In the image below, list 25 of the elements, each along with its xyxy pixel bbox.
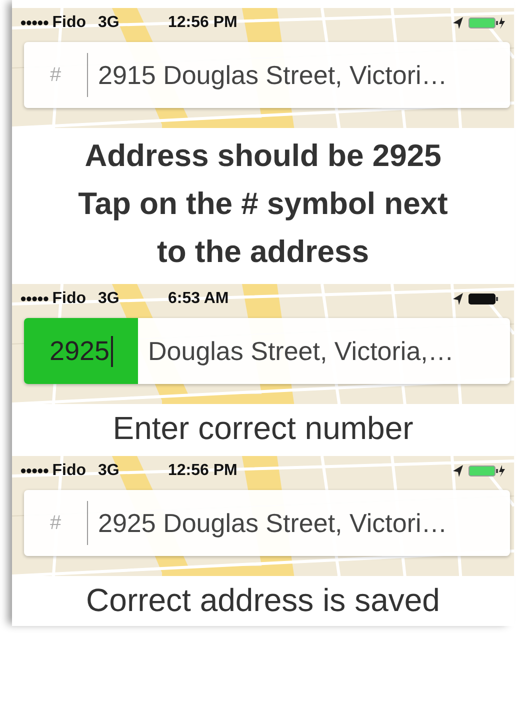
network-type: 3G (98, 14, 120, 32)
status-time: 6:53 AM (168, 290, 229, 308)
address-text: 2925 Douglas Street, Victori… (98, 508, 448, 538)
carrier-name: Fido (52, 290, 86, 308)
location-arrow-icon (452, 16, 464, 30)
signal-dots: ●●●●● (20, 465, 48, 477)
signal-dots: ●●●●● (20, 293, 48, 305)
caption-text: Correct address is saved (85, 581, 441, 620)
address-text: 2915 Douglas Street, Victori… (98, 60, 448, 90)
status-time: 12:56 PM (168, 14, 238, 32)
address-field[interactable]: # 2915 Douglas Street, Victori… (24, 42, 510, 108)
caption-text: Enter correct number (112, 409, 414, 448)
carrier-name: Fido (52, 14, 86, 32)
number-field[interactable]: 2925 (24, 318, 138, 384)
address-text: Douglas Street, Victoria,… (148, 336, 454, 366)
network-type: 3G (98, 462, 120, 480)
caption-text: Address should be 2925 Tap on the # symbol next to the address (77, 137, 449, 271)
network-type: 3G (98, 290, 120, 308)
address-field[interactable]: 2925 Douglas Street, Victoria,… (24, 318, 510, 384)
status-time: 12:56 PM (168, 462, 238, 480)
carrier-name: Fido (52, 462, 86, 480)
address-field[interactable]: # 2925 Douglas Street, Victori… (24, 490, 510, 556)
location-arrow-icon (452, 292, 464, 306)
signal-dots: ●●●●● (20, 17, 48, 29)
location-arrow-icon (452, 464, 464, 478)
